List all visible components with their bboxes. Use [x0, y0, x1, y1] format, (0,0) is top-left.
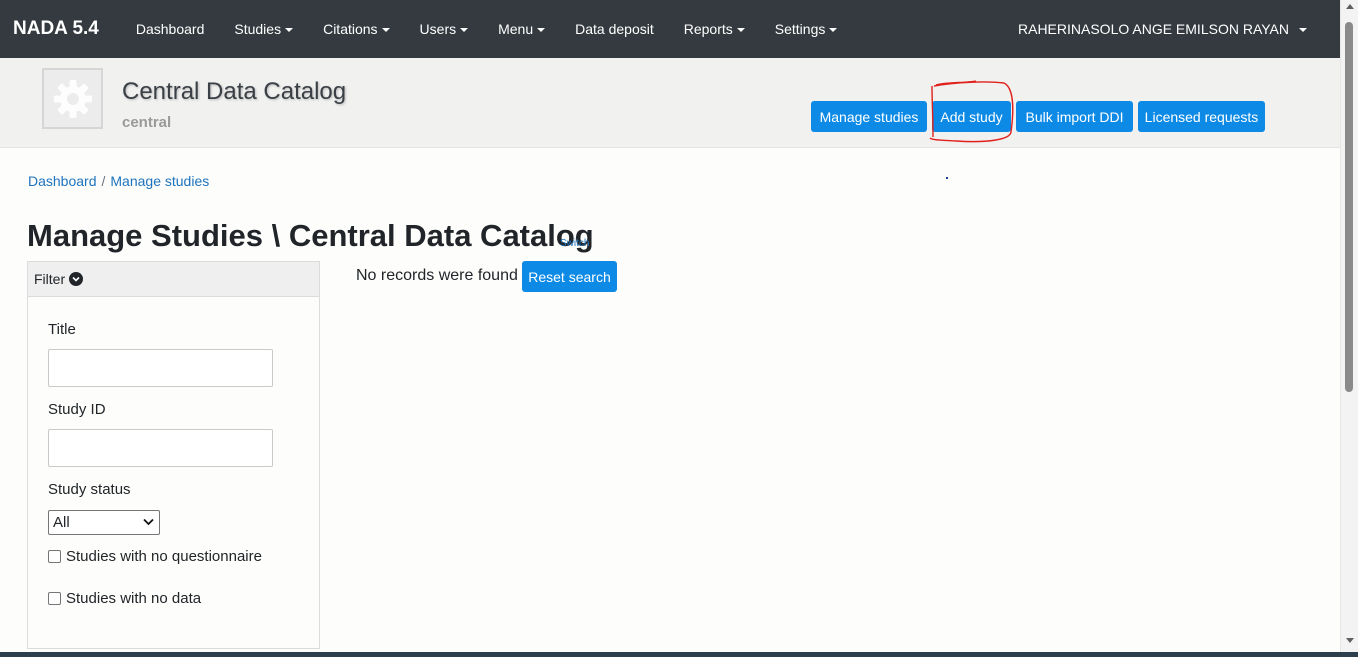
no-records-message: No records were found [356, 267, 518, 284]
top-navbar: NADA 5.4 Dashboard Studies Citations Use… [0, 0, 1340, 58]
caret-down-icon [829, 27, 838, 32]
licensed-requests-button[interactable]: Licensed requests [1138, 101, 1265, 132]
nav-menu-label: Menu [498, 21, 534, 37]
nav-users-label: Users [419, 21, 457, 37]
nav-settings-label: Settings [774, 21, 826, 37]
chevron-down-icon [143, 518, 154, 526]
scroll-up-icon[interactable] [1346, 4, 1354, 9]
nav-studies-label: Studies [234, 21, 282, 37]
caret-down-icon [736, 27, 745, 32]
nav-settings[interactable]: Settings [760, 0, 853, 58]
filter-heading: Filter [34, 271, 66, 287]
user-menu[interactable]: RAHERINASOLO ANGE EMILSON RAYAN [1018, 0, 1307, 58]
user-name: RAHERINASOLO ANGE EMILSON RAYAN [1018, 21, 1289, 37]
manage-studies-button[interactable]: Manage studies [811, 101, 927, 132]
stray-dot [946, 177, 948, 179]
nav-data-deposit-label: Data deposit [575, 21, 654, 37]
title-input[interactable] [48, 349, 273, 387]
add-study-button[interactable]: Add study [932, 101, 1011, 132]
breadcrumb-manage-studies[interactable]: Manage studies [110, 173, 209, 189]
study-id-input[interactable] [48, 429, 273, 467]
page-title: Manage Studies \ Central Data Catalog [27, 218, 594, 253]
nav-reports[interactable]: Reports [669, 0, 760, 58]
nav-dashboard-label: Dashboard [135, 21, 205, 37]
scrollbar-thumb[interactable] [1345, 22, 1353, 392]
no-questionnaire-label: Studies with no questionnaire [66, 548, 262, 565]
filter-panel: Filter Title Study ID Study status All S… [27, 261, 320, 649]
nav-reports-label: Reports [683, 21, 733, 37]
nav-citations[interactable]: Citations [308, 0, 404, 58]
gear-icon [53, 79, 92, 118]
bulk-import-ddi-button[interactable]: Bulk import DDI [1016, 101, 1133, 132]
catalog-logo [42, 68, 103, 129]
breadcrumb: Dashboard / Manage studies [28, 173, 209, 189]
no-data-checkbox-row[interactable]: Studies with no data [48, 590, 201, 607]
nav-menu[interactable]: Menu [483, 0, 560, 58]
page: NADA 5.4 Dashboard Studies Citations Use… [0, 0, 1358, 657]
caret-down-icon [1299, 27, 1307, 32]
caret-down-icon [381, 27, 390, 32]
reset-search-button[interactable]: Reset search [522, 261, 617, 292]
breadcrumb-separator: / [101, 173, 106, 189]
study-status-label: Study status [48, 481, 131, 498]
catalog-title: Central Data Catalog [122, 78, 347, 105]
nav-users[interactable]: Users [405, 0, 484, 58]
caret-down-icon [460, 27, 469, 32]
nav-citations-label: Citations [323, 21, 378, 37]
catalog-header: Central Data Catalog central Manage stud… [0, 58, 1340, 148]
study-status-value: All [53, 514, 70, 531]
page-scrollbar[interactable] [1340, 0, 1358, 657]
no-questionnaire-checkbox[interactable] [48, 550, 61, 563]
chevron-down-icon [69, 272, 84, 286]
caret-down-icon [537, 27, 546, 32]
catalog-subtitle: central [122, 114, 172, 131]
nav-studies[interactable]: Studies [219, 0, 308, 58]
scroll-down-icon[interactable] [1346, 638, 1354, 643]
no-data-label: Studies with no data [66, 590, 202, 607]
title-label: Title [48, 321, 76, 338]
no-data-checkbox[interactable] [48, 592, 61, 605]
study-status-select[interactable]: All [48, 510, 160, 535]
breadcrumb-dashboard[interactable]: Dashboard [28, 173, 97, 189]
no-questionnaire-checkbox-row[interactable]: Studies with no questionnaire [48, 548, 262, 565]
switch-catalog-link[interactable]: Switch [560, 238, 589, 249]
filter-toggle[interactable]: Filter [28, 262, 319, 297]
study-id-label: Study ID [48, 401, 106, 418]
window-bottom-edge [0, 652, 1358, 657]
nav-data-deposit[interactable]: Data deposit [560, 0, 669, 58]
brand-logo[interactable]: NADA 5.4 [13, 18, 99, 40]
nav-dashboard[interactable]: Dashboard [121, 0, 220, 58]
caret-down-icon [285, 27, 294, 32]
